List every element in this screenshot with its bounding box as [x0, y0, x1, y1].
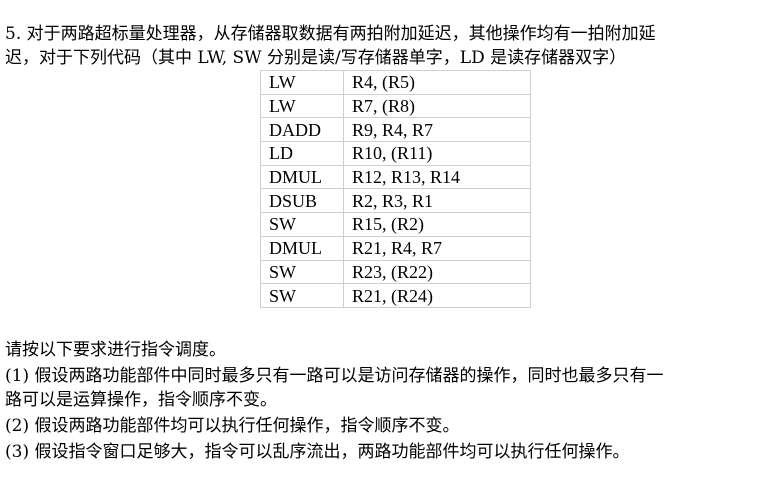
question-line-1: 5. 对于两路超标量处理器，从存储器取数据有两拍附加延迟，其他操作均有一拍附加延	[5, 24, 656, 44]
table-row: DMUL R12, R13, R14	[260, 164, 531, 190]
question-line-2: 迟，对于下列代码（其中 LW, SW 分别是读/写存储器单字，LD 是读存储器双…	[5, 48, 627, 68]
opcode-cell: SW	[260, 212, 344, 237]
requirement-2: (2) 假设两路功能部件均可以执行任何操作，指令顺序不变。	[5, 416, 460, 436]
table-row: DMUL R21, R4, R7	[260, 235, 531, 261]
opcode-cell: DSUB	[260, 188, 344, 214]
table-row: LW R4, (R5)	[260, 70, 531, 95]
operands-cell: R23, (R22)	[343, 259, 531, 285]
code-table-container: LW R4, (R5) LW R7, (R8) DADD R9, R4, R7 LD R…	[260, 70, 531, 308]
code-table-body: LW R4, (R5) LW R7, (R8) DADD R9, R4, R7 LD R…	[260, 70, 531, 308]
table-row: LW R7, (R8)	[260, 93, 531, 119]
operands-cell: R21, R4, R7	[343, 235, 531, 261]
operands-cell: R10, (R11)	[343, 141, 531, 166]
requirement-1-line-2: 路可以是运算操作，指令顺序不变。	[5, 390, 277, 410]
operands-cell: R2, R3, R1	[343, 188, 531, 214]
operands-cell: R12, R13, R14	[343, 164, 531, 190]
table-row: DADD R9, R4, R7	[260, 117, 531, 143]
requirement-1-line-1: (1) 假设两路功能部件中同时最多只有一路可以是访问存储器的操作，同时也最多只有…	[5, 366, 664, 386]
operands-cell: R7, (R8)	[343, 93, 531, 119]
operands-cell: R15, (R2)	[343, 212, 531, 237]
table-row: LD R10, (R11)	[260, 141, 531, 166]
opcode-cell: DMUL	[260, 164, 344, 190]
code-table: LW R4, (R5) LW R7, (R8) DADD R9, R4, R7 LD R…	[260, 70, 531, 308]
table-row: DSUB R2, R3, R1	[260, 188, 531, 214]
operands-cell: R9, R4, R7	[343, 117, 531, 143]
table-row: SW R23, (R22)	[260, 259, 531, 285]
opcode-cell: LW	[260, 70, 344, 95]
operands-cell: R4, (R5)	[343, 70, 531, 95]
requirement-3: (3) 假设指令窗口足够大，指令可以乱序流出，两路功能部件均可以执行任何操作。	[5, 442, 630, 462]
requirements-intro: 请按以下要求进行指令调度。	[5, 340, 226, 360]
opcode-cell: SW	[260, 259, 344, 285]
table-row: SW R21, (R24)	[260, 283, 531, 308]
opcode-cell: LW	[260, 93, 344, 119]
opcode-cell: DMUL	[260, 235, 344, 261]
opcode-cell: SW	[260, 283, 344, 308]
opcode-cell: LD	[260, 141, 344, 166]
table-row: SW R15, (R2)	[260, 212, 531, 237]
opcode-cell: DADD	[260, 117, 344, 143]
operands-cell: R21, (R24)	[343, 283, 531, 308]
